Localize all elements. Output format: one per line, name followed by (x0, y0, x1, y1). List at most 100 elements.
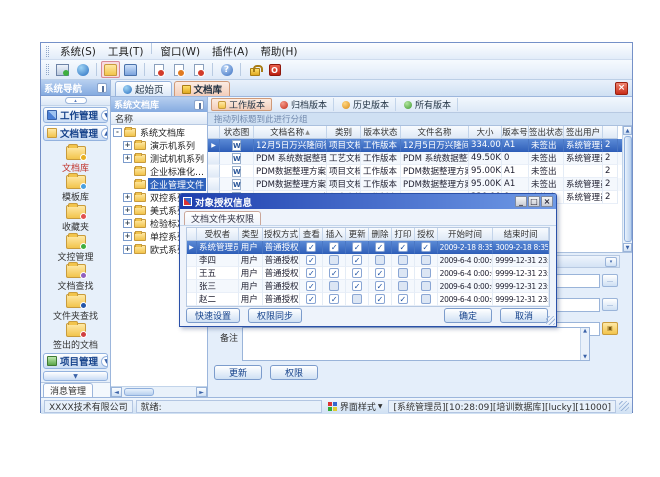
group-by-band[interactable]: 拖动列标题到此进行分组 (208, 113, 632, 126)
column-header[interactable]: 签出用户 (564, 126, 603, 139)
sidebar-section-documents[interactable]: 文档管理 ▲ (43, 125, 108, 141)
sidebar-section-work[interactable]: 工作管理 ▼ (43, 107, 108, 123)
checkbox-checked-icon[interactable] (375, 281, 385, 291)
version-tab-2[interactable]: 归档版本 (274, 98, 334, 111)
checkbox-unchecked-icon[interactable] (329, 281, 339, 291)
ellipsis-button[interactable]: … (602, 298, 618, 311)
checkbox-checked-icon[interactable] (306, 294, 316, 304)
scroll-left-icon[interactable]: ◄ (111, 387, 122, 397)
sidebar-item-1[interactable]: 文档库 (41, 145, 110, 175)
remark-textarea[interactable]: ▲▼ (242, 327, 590, 361)
toolbar-grip[interactable] (46, 64, 49, 75)
checkbox-checked-icon[interactable] (329, 242, 339, 252)
column-header[interactable]: 结束时间 (493, 228, 549, 241)
menu-item[interactable]: 窗口(W) (154, 43, 206, 60)
checkbox-checked-icon[interactable] (375, 242, 385, 252)
expand-icon[interactable]: + (123, 193, 132, 202)
ui-style-selector[interactable]: 界面样式 ▼ (325, 400, 386, 413)
vertical-scrollbar[interactable]: ▲▼ (580, 328, 589, 360)
checkbox-checked-icon[interactable] (352, 242, 362, 252)
checkbox-unchecked-icon[interactable] (421, 255, 431, 265)
scroll-down-icon[interactable]: ▼ (623, 243, 632, 252)
column-header[interactable]: 更新 (346, 228, 369, 241)
tree-node[interactable]: 企业标准化文件 (111, 165, 207, 178)
expand-icon[interactable]: + (123, 219, 132, 228)
checkbox-checked-icon[interactable] (329, 294, 339, 304)
window-button[interactable] (121, 61, 140, 78)
column-header[interactable]: 大小 (469, 126, 502, 139)
horizontal-scrollbar[interactable]: ◄ ► (111, 386, 207, 397)
minimize-icon[interactable]: _ (515, 196, 527, 207)
column-header[interactable]: 授权 (415, 228, 438, 241)
help-button[interactable] (217, 61, 236, 78)
chevron-up-icon[interactable]: ▲ (101, 128, 108, 139)
cancel-button[interactable]: 取消 (500, 308, 548, 323)
column-header[interactable]: 文档名称▲ (254, 126, 327, 139)
column-header[interactable]: 文件名称 (401, 126, 469, 139)
checkbox-checked-icon[interactable] (375, 294, 385, 304)
scroll-thumb[interactable] (124, 388, 154, 396)
checkbox-unchecked-icon[interactable] (329, 255, 339, 265)
checkbox-unchecked-icon[interactable] (421, 268, 431, 278)
doc-checkout-button[interactable] (169, 61, 188, 78)
ok-button[interactable]: 确定 (444, 308, 492, 323)
sidebar-collapse-strip[interactable]: ▴ (41, 96, 110, 106)
chevron-down-icon[interactable]: ▼ (101, 110, 108, 121)
checkbox-unchecked-icon[interactable] (398, 268, 408, 278)
dialog-title-bar[interactable]: 对象授权信息 _ □ × (180, 194, 556, 209)
tab-folder-permissions[interactable]: 文档文件夹权限 (184, 211, 261, 225)
sidebar-item-5[interactable]: 文档查找 (41, 263, 110, 293)
column-header[interactable]: 类型 (239, 228, 263, 241)
ellipsis-button[interactable]: … (602, 274, 618, 287)
expand-icon[interactable]: ▾ (605, 257, 617, 267)
checkbox-unchecked-icon[interactable] (375, 255, 385, 265)
expand-icon[interactable]: + (123, 245, 132, 254)
exit-button[interactable] (265, 61, 284, 78)
doc-checkin-button[interactable] (189, 61, 208, 78)
checkbox-checked-icon[interactable] (306, 281, 316, 291)
computer-sync-button[interactable] (53, 61, 72, 78)
expand-icon[interactable]: + (123, 206, 132, 215)
scroll-thumb[interactable] (624, 136, 632, 242)
pin-icon[interactable] (97, 83, 107, 93)
tab-document-library[interactable]: 文档库 (174, 81, 231, 96)
maximize-icon[interactable]: □ (528, 196, 540, 207)
menu-item[interactable]: 插件(A) (206, 43, 254, 60)
sidebar-item-6[interactable]: 文件夹查找 (41, 293, 110, 323)
table-row[interactable]: ▶W12月5日万兴隆间行...项目文档工作版本12月5日万兴隆间行...334.… (208, 139, 622, 152)
sidebar-item-7[interactable]: 签出的文档 (41, 322, 110, 352)
expand-icon[interactable]: + (123, 232, 132, 241)
tab-start-page[interactable]: 起始页 (115, 81, 172, 96)
checkbox-unchecked-icon[interactable] (421, 294, 431, 304)
permission-row[interactable]: 李四用户普通授权2009-6-4 0:00:009999-12-31 23:59… (187, 254, 549, 267)
sidebar-item-3[interactable]: 收藏夹 (41, 204, 110, 234)
permission-row[interactable]: 赵二用户普通授权2009-6-4 0:00:009999-12-31 23:59… (187, 293, 549, 306)
vertical-scrollbar[interactable]: ▲ ▼ (622, 126, 632, 252)
checkbox-unchecked-icon[interactable] (352, 294, 362, 304)
checkbox-checked-icon[interactable] (306, 268, 316, 278)
resize-grip[interactable] (546, 316, 555, 325)
open-folder-icon[interactable]: ▣ (602, 322, 618, 335)
checkbox-checked-icon[interactable] (306, 242, 316, 252)
toolbar-grip[interactable] (46, 46, 49, 57)
close-icon[interactable]: × (541, 196, 553, 207)
column-header[interactable]: 状态图 (220, 126, 254, 139)
sidebar-collapse-strip[interactable]: ▼ (43, 371, 108, 381)
version-tab-3[interactable]: 历史版本 (336, 98, 396, 111)
table-row[interactable]: WPDM数据整理方案2.doc项目文档工作版本PDM数据整理方案2.doc95.… (208, 178, 622, 191)
table-row[interactable]: WPDM数据整理方案.doc项目文档工作版本PDM数据整理方案.doc95.00… (208, 165, 622, 178)
checkbox-checked-icon[interactable] (306, 255, 316, 265)
globe-button[interactable] (73, 61, 92, 78)
checkbox-checked-icon[interactable] (352, 281, 362, 291)
permission-row[interactable]: 王五用户普通授权2009-6-4 0:00:009999-12-31 23:59… (187, 267, 549, 280)
column-header[interactable]: 受权者 (197, 228, 239, 241)
column-header[interactable]: 插入 (323, 228, 346, 241)
version-tab-4[interactable]: 所有版本 (398, 98, 458, 111)
checkbox-unchecked-icon[interactable] (421, 281, 431, 291)
menu-item[interactable]: 系统(S) (54, 43, 102, 60)
chevron-down-icon[interactable]: ▼ (101, 356, 108, 367)
column-header[interactable]: 开始时间 (438, 228, 494, 241)
column-header[interactable]: 授权方式 (263, 228, 301, 241)
tree-node[interactable]: +演示机系列 (111, 139, 207, 152)
column-header[interactable]: 删除 (369, 228, 392, 241)
